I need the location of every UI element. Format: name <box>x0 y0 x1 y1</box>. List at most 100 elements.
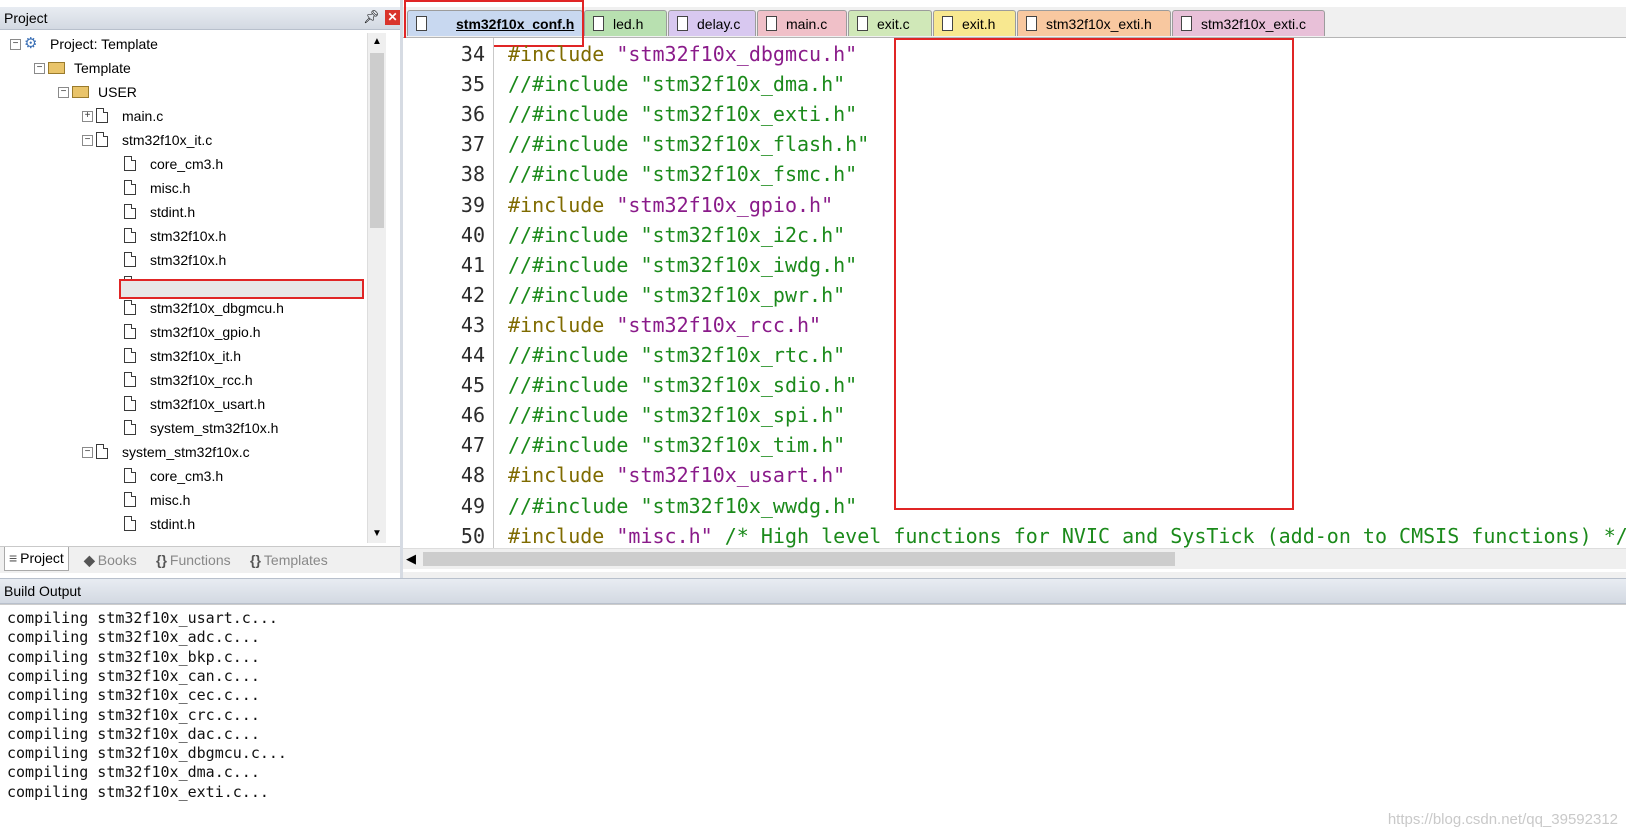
file-icon <box>677 16 688 31</box>
scroll-down-arrow-icon[interactable]: ▼ <box>368 525 386 543</box>
tree-item[interactable]: stdint.h <box>0 512 366 536</box>
file-icon <box>1181 16 1192 31</box>
selected-item-highlight <box>119 279 364 299</box>
tree-item-label: system_stm32f10x.c <box>122 444 250 460</box>
functions-icon: {} <box>156 552 167 568</box>
tree-item[interactable]: stm32f10x_it.h <box>0 344 366 368</box>
code-line: #include "stm32f10x_usart.h" <box>508 463 845 487</box>
scroll-thumb[interactable] <box>423 552 1175 566</box>
tab-books[interactable]: ◆ Books <box>84 550 137 570</box>
tree-item[interactable]: − Template <box>0 56 366 80</box>
build-output-log[interactable]: compiling stm32f10x_usart.c... compiling … <box>0 604 1626 837</box>
file-icon <box>96 132 108 147</box>
scroll-up-arrow-icon[interactable]: ▲ <box>368 33 386 51</box>
file-icon <box>124 420 136 435</box>
file-icon <box>124 348 136 363</box>
include-directive: //#include <box>508 403 629 428</box>
line-number: 49 <box>460 493 485 518</box>
tree-item[interactable]: core_cm3.h <box>0 464 366 488</box>
include-directive: //#include <box>508 252 629 277</box>
collapse-icon[interactable]: − <box>10 39 21 50</box>
include-file: "stm32f10x_pwr.h" <box>640 282 846 307</box>
line-number: 43 <box>460 312 485 337</box>
include-file: "stm32f10x_flash.h" <box>640 132 870 157</box>
build-output-line: compiling stm32f10x_dbgmcu.c... <box>7 744 287 763</box>
editor-tab[interactable]: exit.c <box>848 10 932 36</box>
editor: stm32f10x_conf.h led.h delay.c main.c exit.c… <box>403 0 1626 572</box>
editor-tab[interactable]: delay.c <box>668 10 756 36</box>
tab-templates[interactable]: {} Templates <box>250 550 328 570</box>
line-number: 48 <box>460 463 485 488</box>
build-output-line: compiling stm32f10x_cec.c... <box>7 686 260 705</box>
editor-horizontal-scrollbar[interactable]: ◀ <box>403 548 1626 569</box>
build-output-line: compiling stm32f10x_usart.c... <box>7 609 278 627</box>
line-number: 36 <box>460 102 485 127</box>
file-icon <box>124 228 136 243</box>
expand-icon[interactable]: + <box>82 111 93 122</box>
tree-item[interactable]: stm32f10x_dbgmcu.h <box>0 296 366 320</box>
code-line: #include "stm32f10x_rcc.h" <box>508 313 821 337</box>
collapse-icon[interactable]: − <box>34 63 45 74</box>
tree-item[interactable]: core_cm3.h <box>0 152 366 176</box>
project-panel: Project 📌︎ ✕ − ⚙ Project: Template − Templat… <box>0 0 403 592</box>
tree-item-label: stm32f10x_it.c <box>122 132 213 148</box>
collapse-icon[interactable]: − <box>82 135 93 146</box>
tree-item[interactable]: misc.h <box>0 176 366 200</box>
tree-item[interactable]: − stm32f10x_it.c <box>0 128 366 152</box>
tab-label: Project <box>20 550 64 566</box>
tree-item-label: stm32f10x_rcc.h <box>150 372 253 388</box>
collapse-icon[interactable]: − <box>82 447 93 458</box>
tree-item[interactable]: + main.c <box>0 104 366 128</box>
include-directive: //#include <box>508 72 629 97</box>
file-icon <box>124 516 136 531</box>
editor-tab[interactable]: stm32f10x_exti.h <box>1017 10 1171 36</box>
tree-item[interactable]: stdint.h <box>0 200 366 224</box>
code-comment: /* High level functions for NVIC and Sys… <box>712 523 1626 548</box>
scroll-left-arrow-icon[interactable]: ◀ <box>406 551 416 567</box>
tree-item[interactable]: − USER <box>0 80 366 104</box>
file-icon <box>124 492 136 507</box>
tree-item[interactable]: stm32f10x_rcc.h <box>0 368 366 392</box>
scroll-thumb[interactable] <box>370 53 384 228</box>
tree-item-label: stm32f10x.h <box>150 228 227 244</box>
tab-project[interactable]: ≡ Project <box>4 547 69 571</box>
tree-item-label: system_stm32f10x.h <box>150 420 279 436</box>
include-file: "stm32f10x_iwdg.h" <box>640 252 858 277</box>
tree-item[interactable]: − ⚙ Project: Template <box>0 32 366 56</box>
line-number: 35 <box>460 72 485 97</box>
editor-tab[interactable]: led.h <box>584 10 667 36</box>
include-file: "stm32f10x_spi.h" <box>640 403 846 428</box>
line-number: 44 <box>460 343 485 367</box>
collapse-icon[interactable]: − <box>58 87 69 98</box>
tree-item[interactable]: system_stm32f10x.h <box>0 416 366 440</box>
code-line: //#include "stm32f10x_rtc.h" <box>508 343 845 367</box>
line-number: 50 <box>460 523 485 548</box>
tree-item[interactable]: misc.h <box>0 488 366 512</box>
tree-item[interactable]: stm32f10x_gpio.h <box>0 320 366 344</box>
project-vertical-scrollbar[interactable]: ▲ ▼ <box>367 33 386 543</box>
tree-item[interactable]: stm32f10x_usart.h <box>0 392 366 416</box>
tab-functions[interactable]: {} Functions <box>156 550 231 570</box>
include-file: "stm32f10x_gpio.h" <box>616 192 834 217</box>
include-directive: //#include <box>508 493 629 518</box>
books-icon: ◆ <box>84 552 95 568</box>
editor-tab-label: exit.h <box>962 16 996 32</box>
tree-item[interactable]: stm32f10x.h <box>0 224 366 248</box>
include-file: "stm32f10x_rtc.h" <box>640 343 846 367</box>
close-icon[interactable]: ✕ <box>385 10 400 25</box>
include-directive: //#include <box>508 102 629 127</box>
pin-icon[interactable]: 📌︎ <box>363 9 380 25</box>
tree-item-label: Template <box>74 60 131 76</box>
include-file: "stm32f10x_dbgmcu.h" <box>616 42 858 66</box>
editor-tab[interactable]: main.c <box>757 10 847 36</box>
code-line: //#include "stm32f10x_fsmc.h" <box>508 162 857 186</box>
build-output-title: Build Output <box>4 583 82 599</box>
tree-item[interactable]: stm32f10x.h <box>0 248 366 272</box>
editor-tab[interactable]: stm32f10x_exti.c <box>1172 10 1325 36</box>
tree-item-label: stm32f10x_usart.h <box>150 396 266 412</box>
tree-item[interactable]: − system_stm32f10x.c <box>0 440 366 464</box>
line-number: 41 <box>460 252 485 277</box>
editor-tab[interactable]: exit.h <box>933 10 1016 36</box>
include-directive: //#include <box>508 132 629 157</box>
include-directive: #include <box>508 523 605 548</box>
